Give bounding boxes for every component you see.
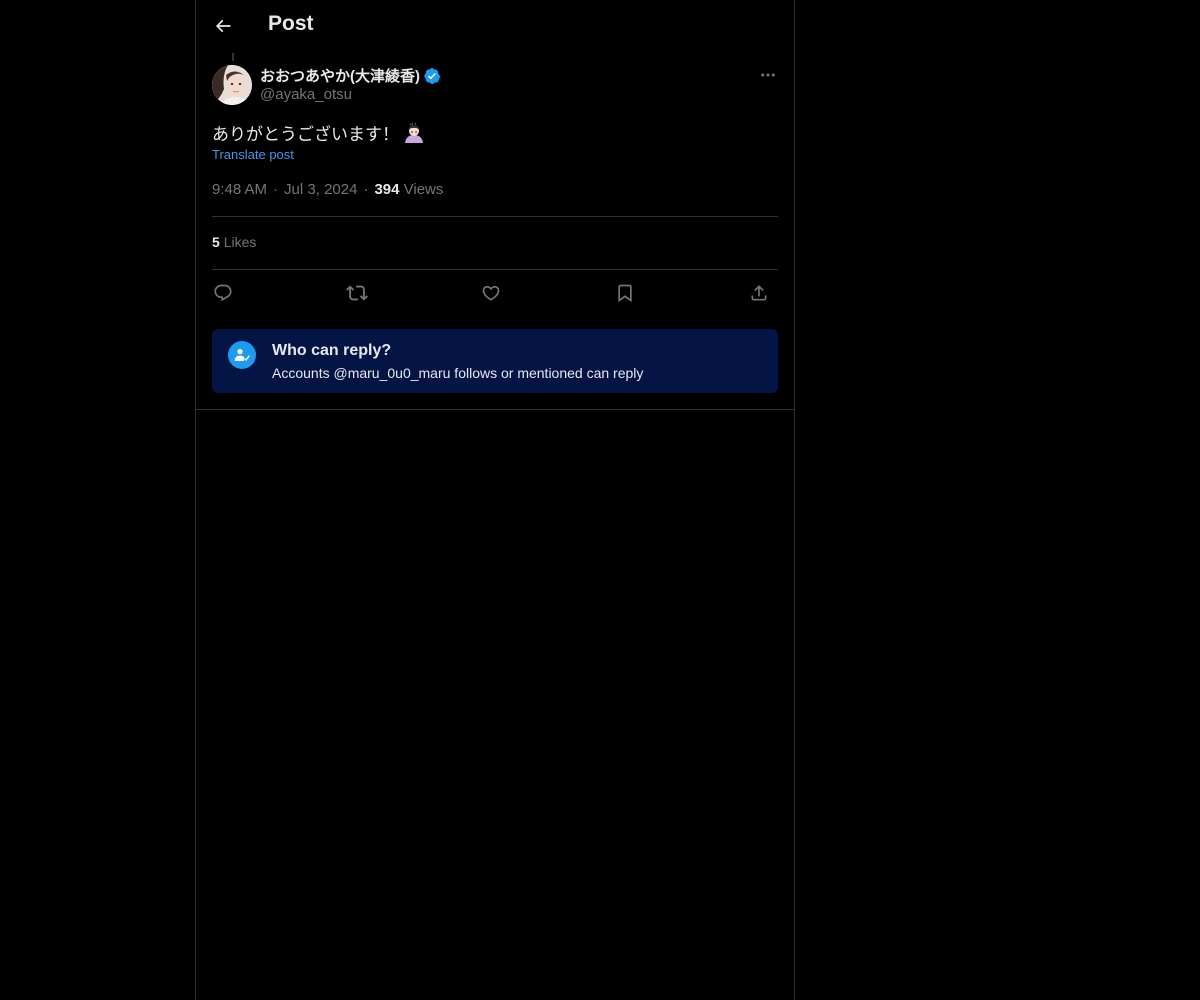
author-name-row: おおつあやか(大津綾香) [260,65,441,86]
translate-post-link[interactable]: Translate post [212,147,294,162]
post-time[interactable]: 9:48 AM [212,181,267,198]
person-bowing-emoji [402,121,426,145]
share-icon [749,283,769,303]
post-header: Post [196,0,794,53]
bookmark-icon [615,283,635,303]
like-button[interactable] [478,281,504,305]
who-can-reply-box: Who can reply? Accounts @maru_0u0_maru f… [212,329,778,393]
reply-button[interactable] [210,281,236,305]
reply-icon [213,283,233,303]
page-title: Post [268,12,314,35]
post-date[interactable]: Jul 3, 2024 [284,181,357,198]
post-meta: 9:48 AM · Jul 3, 2024 · 394 Views [212,181,443,198]
divider [212,216,778,217]
divider [212,269,778,270]
who-can-reply-description: Accounts @maru_0u0_maru follows or menti… [272,365,644,381]
repost-icon [346,282,368,304]
action-bar [212,281,778,305]
bookmark-button[interactable] [612,281,638,305]
share-button[interactable] [746,281,772,305]
likes-count: 5 [212,234,220,250]
meta-separator: · [273,181,279,198]
more-options-button[interactable] [756,64,780,86]
author-handle[interactable]: @ayaka_otsu [260,86,352,103]
more-dots-icon [759,66,777,84]
main-column: Post おおつあやか(大津綾香) @ayaka_otsu ありがとうございます… [195,0,795,1000]
likes-label: Likes [223,234,257,250]
views-stat: 394 Views [374,181,443,198]
views-count: 394 [374,181,400,198]
verified-badge-icon[interactable] [423,67,441,85]
person-check-icon [228,341,256,369]
repost-button[interactable] [344,281,370,305]
heart-icon [481,283,501,303]
author-display-name[interactable]: おおつあやか(大津綾香) [260,65,420,86]
post-text-content: ありがとうございます！ [212,125,399,144]
thread-connector-line [232,53,234,61]
post-bottom-divider [196,409,794,410]
likes-stat[interactable]: 5 Likes [212,234,256,250]
post-text: ありがとうございます！ [212,120,426,145]
meta-separator: · [363,181,369,198]
back-button[interactable] [208,11,238,41]
who-can-reply-title: Who can reply? [272,342,392,359]
views-label: Views [403,181,444,198]
avatar[interactable] [212,65,252,105]
arrow-left-icon [213,16,233,36]
